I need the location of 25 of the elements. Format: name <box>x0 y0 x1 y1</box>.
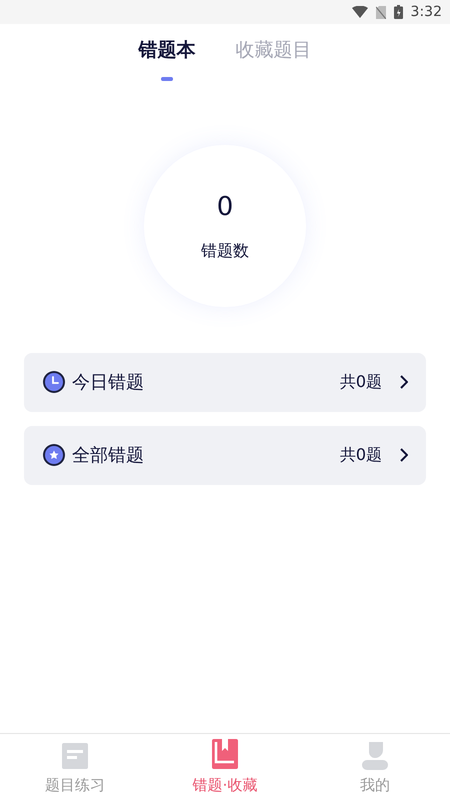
count-label: 错题数 <box>201 240 249 262</box>
nav-item[interactable]: 题目练习 <box>0 734 150 800</box>
tab-indicator <box>161 76 173 80</box>
chevron-right-icon <box>400 375 408 389</box>
list-row[interactable]: 今日错题 共0题 <box>24 352 426 412</box>
nav-item[interactable]: 错题·收藏 <box>150 734 300 800</box>
chevron-right-icon <box>400 448 408 462</box>
row-total: 共0题 <box>340 371 382 393</box>
list-row[interactable]: 全部错题 共0题 <box>24 426 426 484</box>
star-icon <box>42 443 66 467</box>
row-title: 全部错题 <box>72 444 145 468</box>
tab[interactable]: 收藏题目 <box>236 36 312 80</box>
wifi-icon <box>352 6 368 18</box>
battery-icon <box>394 5 403 19</box>
wrong-count: 0 <box>216 191 234 224</box>
book-icon <box>211 738 239 770</box>
nav-item[interactable]: 我的 <box>300 734 450 800</box>
row-total: 共0题 <box>340 444 382 466</box>
clock-icon <box>42 370 66 394</box>
person-icon <box>361 740 389 770</box>
clock-time: 3:32 <box>410 2 442 22</box>
no-sim-icon <box>376 6 386 18</box>
row-title: 今日错题 <box>72 370 145 394</box>
document-icon <box>61 742 89 770</box>
tab[interactable]: 错题本 <box>138 36 196 80</box>
